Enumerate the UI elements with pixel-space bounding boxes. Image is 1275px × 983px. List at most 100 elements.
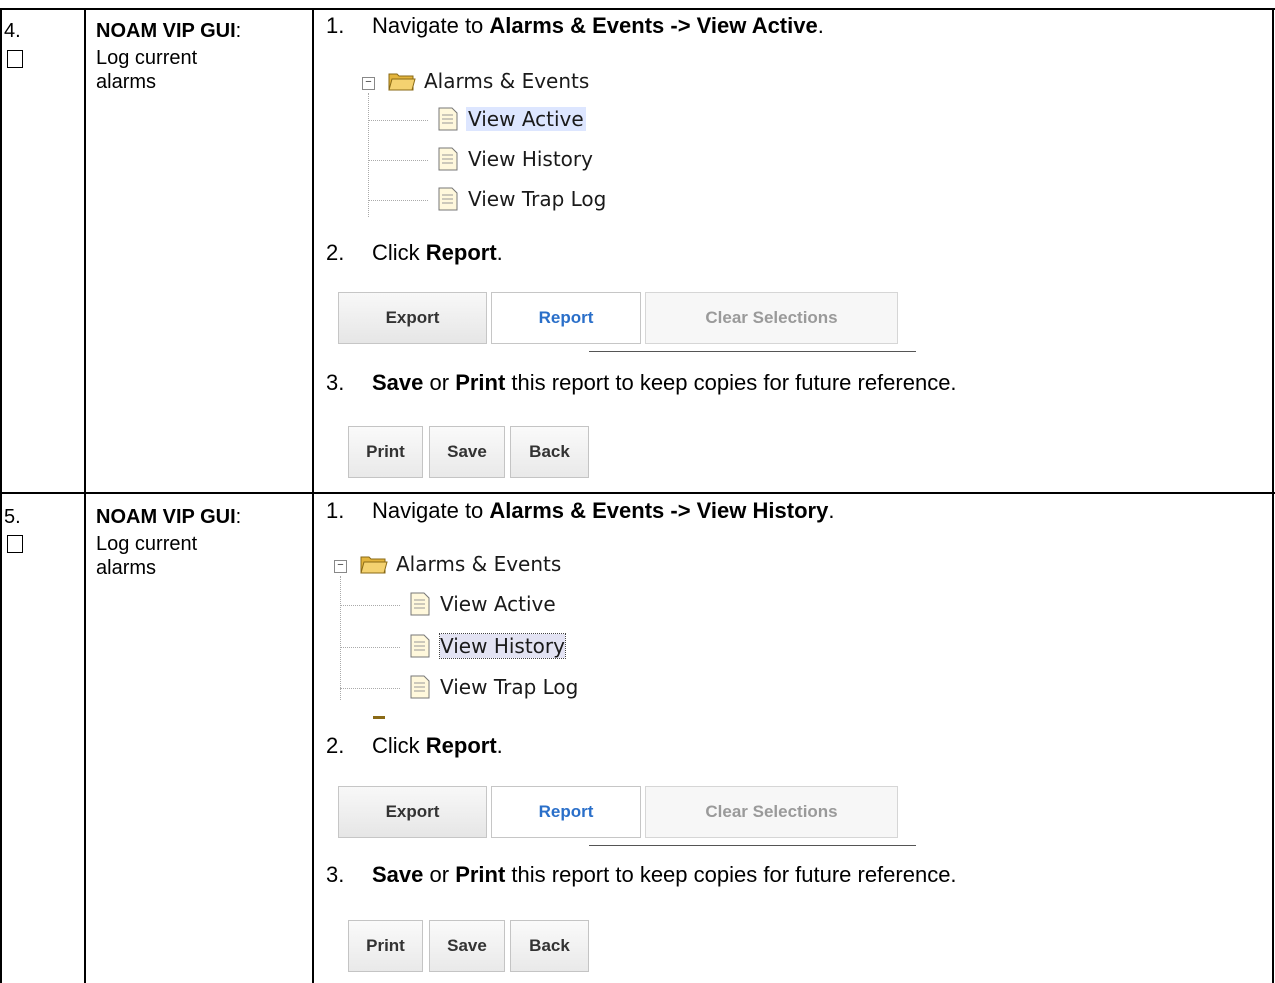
instruction-number: 2. (326, 733, 345, 758)
instruction-number: 3. (326, 862, 345, 887)
step-title: NOAM VIP GUI: (96, 506, 241, 529)
instruction-1: 1. Navigate to Alarms & Events -> View Ac… (326, 13, 824, 39)
back-button[interactable]: Back (510, 920, 589, 972)
instruction-3: 3. Save or Print this report to keep copi… (326, 370, 957, 396)
back-button[interactable]: Back (510, 426, 589, 478)
menu-path: Alarms & Events -> View History (489, 498, 829, 523)
tree-item-view-active[interactable]: View Active (368, 103, 668, 137)
page-icon (438, 147, 458, 171)
open-folder-icon (360, 556, 388, 574)
tree-branch (368, 120, 428, 121)
report-toolbar: Export Report Clear Selections (338, 786, 900, 842)
report-toolbar: Export Report Clear Selections (338, 292, 900, 348)
report-button[interactable]: Report (491, 786, 641, 838)
instruction-end: . (817, 13, 824, 38)
column-divider-2 (312, 8, 314, 983)
step-title-colon: : (235, 506, 242, 528)
save-reference: Save (372, 862, 424, 887)
tree-item-label[interactable]: View Active (466, 107, 586, 131)
table-right-border (1272, 8, 1274, 983)
column-divider-1 (84, 8, 86, 983)
print-reference: Print (455, 370, 506, 395)
step-number: 4. (4, 20, 21, 42)
instruction-text: Navigate to (372, 13, 490, 38)
tree-branch (368, 160, 428, 161)
tree-item-label[interactable]: View History (439, 633, 566, 659)
tree-item-view-history[interactable]: View History (340, 630, 640, 664)
instruction-1: 1. Navigate to Alarms & Events -> View Hi… (326, 498, 834, 524)
clear-selections-button[interactable]: Clear Selections (645, 786, 898, 838)
tree-root-label[interactable]: Alarms & Events (424, 69, 589, 93)
instruction-number: 2. (326, 240, 345, 265)
save-button[interactable]: Save (429, 920, 505, 972)
tree-branch (340, 605, 400, 606)
step-checkbox[interactable] (7, 50, 23, 68)
report-actions: Print Save Back (348, 920, 593, 976)
step-title-colon: : (235, 20, 242, 42)
instruction-end: . (496, 240, 503, 265)
navigation-tree: − Alarms & Events View Active View Histo… (334, 550, 654, 710)
instruction-number: 1. (326, 498, 345, 523)
page-icon (410, 634, 430, 658)
print-reference: Print (455, 862, 506, 887)
instruction-text: Navigate to (372, 498, 490, 523)
tree-item-label[interactable]: View Trap Log (468, 187, 606, 211)
instruction-text: this report to keep copies for future re… (505, 370, 957, 395)
tree-root-label[interactable]: Alarms & Events (396, 552, 561, 576)
print-button[interactable]: Print (348, 426, 423, 478)
button-reference: Report (425, 240, 497, 265)
menu-path: Alarms & Events -> View Active (489, 13, 818, 38)
row-divider (0, 492, 1275, 494)
collapse-icon[interactable]: − (362, 77, 375, 90)
step-subtitle: Log current alarms (96, 47, 198, 93)
export-button[interactable]: Export (338, 292, 487, 344)
save-button[interactable]: Save (429, 426, 505, 478)
collapse-icon[interactable]: − (334, 560, 347, 573)
clear-selections-button[interactable]: Clear Selections (645, 292, 898, 344)
export-button[interactable]: Export (338, 786, 487, 838)
instruction-number: 1. (326, 13, 345, 38)
tree-item-label[interactable]: View Active (440, 592, 556, 616)
table-left-border (0, 8, 2, 983)
step-title-text: NOAM VIP GUI (96, 506, 236, 528)
tree-branch (340, 688, 400, 689)
page-icon (410, 592, 430, 616)
instruction-end: . (828, 498, 835, 523)
instruction-connector: or (423, 370, 456, 395)
toolbar-underline (589, 351, 916, 352)
tree-item-view-trap-log[interactable]: View Trap Log (368, 183, 668, 217)
print-button[interactable]: Print (348, 920, 423, 972)
step-subtitle: Log current alarms (96, 533, 198, 579)
tree-branch (368, 200, 428, 201)
tree-item-view-active[interactable]: View Active (340, 588, 640, 622)
step-number: 5. (4, 506, 21, 528)
tree-item-label[interactable]: View Trap Log (440, 675, 578, 699)
report-actions: Print Save Back (348, 426, 593, 482)
open-folder-icon (388, 73, 416, 91)
table-top-border (0, 8, 1275, 10)
instruction-text: Click (372, 733, 426, 758)
instruction-connector: or (423, 862, 456, 887)
instruction-2: 2. Click Report. (326, 733, 503, 759)
instruction-2: 2. Click Report. (326, 240, 503, 266)
step-title-text: NOAM VIP GUI (96, 20, 236, 42)
report-button[interactable]: Report (491, 292, 641, 344)
page-icon (438, 187, 458, 211)
toolbar-underline (589, 845, 916, 846)
instruction-number: 3. (326, 370, 345, 395)
tree-branch (340, 647, 400, 648)
tree-scroll-marker (373, 716, 385, 719)
tree-item-view-history[interactable]: View History (368, 143, 668, 177)
navigation-tree: − Alarms & Events View Active View Histo… (362, 67, 682, 227)
page-icon (410, 675, 430, 699)
instruction-end: . (496, 733, 503, 758)
step-checkbox[interactable] (7, 535, 23, 553)
button-reference: Report (425, 733, 497, 758)
tree-item-label[interactable]: View History (468, 147, 593, 171)
instruction-text: this report to keep copies for future re… (505, 862, 957, 887)
instruction-text: Click (372, 240, 426, 265)
save-reference: Save (372, 370, 424, 395)
page-icon (438, 107, 458, 131)
instruction-3: 3. Save or Print this report to keep copi… (326, 862, 957, 888)
tree-item-view-trap-log[interactable]: View Trap Log (340, 671, 640, 705)
